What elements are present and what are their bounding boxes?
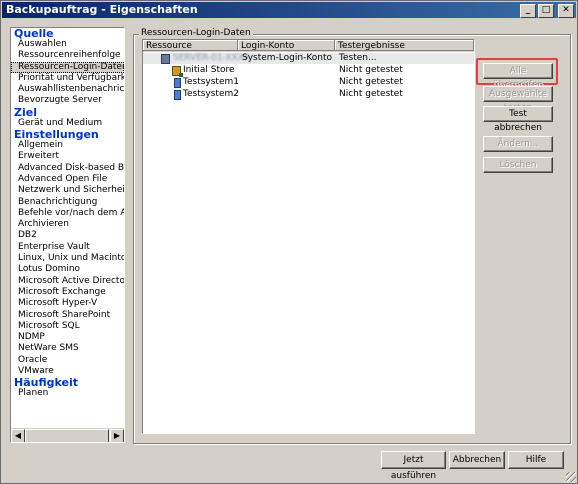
delete-button[interactable]: Löschen [483,157,553,173]
window-title: Backupauftrag - Eigenschaften [6,3,198,16]
group-title: Ressourcen-Login-Daten [139,28,253,39]
table-row[interactable]: Testsystem1 Nicht getestet [143,77,474,88]
resource-list[interactable]: Ressource Login-Konto Testergebnisse SER… [142,39,475,434]
sidebar-item[interactable]: Auswahlen [11,39,124,50]
scroll-right-icon[interactable]: ▶ [110,429,124,442]
test-result: Testen... [339,53,377,63]
sidebar-list: Quelle Auswahlen Ressourcenreihenfolge Ress… [11,28,124,428]
sidebar-item[interactable]: Priorität und Verfügbarkeit [11,73,124,84]
sidebar-item[interactable]: Ressourcen-Login-Daten [11,61,124,73]
sidebar-item[interactable]: Netzwerk und Sicherheit [11,185,124,196]
resource-name: Testsystem1 [183,77,239,87]
sidebar-item[interactable]: Auswahllistenbenachrichtigung [11,84,124,95]
login-account: System-Login-Konto [242,53,333,63]
sidebar-category[interactable]: Ziel [11,107,124,118]
sidebar-item[interactable]: Allgemein [11,140,124,151]
store-icon [172,66,183,77]
title-bar[interactable]: Backupauftrag - Eigenschaften _ □ ✕ [2,2,576,18]
sidebar-category[interactable]: Einstellungen [11,129,124,140]
sidebar-item[interactable]: Microsoft Active Directory [11,276,124,287]
test-selected-button[interactable]: Ausgewählte testen [483,86,553,113]
sidebar-item[interactable]: Oracle [11,355,124,366]
sidebar-item[interactable]: Lotus Domino [11,264,124,275]
sidebar-item[interactable]: Befehle vor/nach dem Auftrag [11,208,124,219]
window-controls: _ □ ✕ [520,4,574,18]
column-header-results[interactable]: Testergebnisse [335,40,474,51]
sidebar-item[interactable]: Enterprise Vault [11,242,124,253]
sidebar-item[interactable]: Benachrichtigung [11,197,124,208]
table-row[interactable]: SERVER-01-XXXX System-Login-Konto Testen… [143,53,474,64]
column-header-account[interactable]: Login-Konto [238,40,335,51]
sidebar-item[interactable]: Planen [11,388,124,399]
resource-name: SERVER-01-XXXX [173,53,251,63]
table-row[interactable]: Initial Store Nicht getestet [143,65,474,77]
cancel-test-button[interactable]: Test abbrechen [483,106,553,133]
sidebar-item[interactable]: NDMP [11,332,124,343]
server-icon [161,54,170,64]
resource-name: Testsystem2 [183,89,239,99]
run-now-button[interactable]: Jetzt ausführen [381,451,446,481]
sidebar-item[interactable]: DB2 [11,230,124,241]
horizontal-scrollbar[interactable]: ◀ ▶ [11,428,124,442]
system-icon [174,78,181,88]
sidebar-category[interactable]: Quelle [11,28,124,39]
sidebar-item[interactable]: Microsoft Exchange [11,287,124,298]
test-result: Nicht getestet [339,65,403,75]
list-header: Ressource Login-Konto Testergebnisse [143,40,474,52]
cancel-button[interactable]: Abbrechen [449,451,505,469]
column-header-resource[interactable]: Ressource [143,40,238,51]
close-button[interactable]: ✕ [558,4,574,18]
system-icon [174,90,181,100]
check-all-button[interactable]: Alle überprüfen [483,63,553,90]
help-button[interactable]: Hilfe [508,451,564,469]
table-row[interactable]: Testsystem2 Nicht getestet [143,89,474,100]
sidebar-item[interactable]: Advanced Disk-based Backup [11,163,124,174]
test-result: Nicht getestet [339,77,403,87]
sidebar-item[interactable]: NetWare SMS [11,343,124,354]
sidebar-item[interactable]: Ressourcenreihenfolge [11,50,124,61]
scroll-thumb[interactable] [25,429,109,442]
sidebar-item[interactable]: Microsoft Hyper-V [11,298,124,309]
sidebar-item[interactable]: Advanced Open File [11,174,124,185]
sidebar-category[interactable]: Häufigkeit [11,377,124,388]
resize-grip-icon[interactable] [566,472,576,482]
sidebar-item[interactable]: Linux, Unix und Macintosh [11,253,124,264]
sidebar: Quelle Auswahlen Ressourcenreihenfolge Ress… [10,27,125,443]
change-button[interactable]: Ändern... [483,136,553,152]
sidebar-item[interactable]: Microsoft SharePoint [11,310,124,321]
sidebar-item[interactable]: Microsoft SQL [11,321,124,332]
maximize-button[interactable]: □ [538,4,554,18]
sidebar-item[interactable]: Erweitert [11,151,124,162]
resource-name: Initial Store [183,65,235,75]
sidebar-item[interactable]: Archivieren [11,219,124,230]
minimize-button[interactable]: _ [520,4,536,18]
test-result: Nicht getestet [339,89,403,99]
scroll-left-icon[interactable]: ◀ [11,429,25,442]
